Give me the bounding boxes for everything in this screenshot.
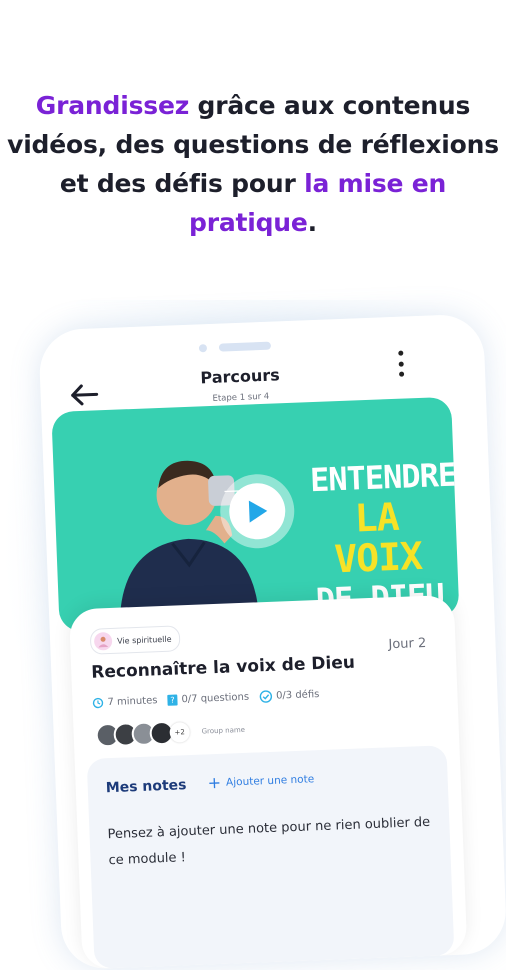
duration-meta: 7 minutes [92, 695, 158, 709]
check-circle-icon [259, 690, 272, 703]
notes-placeholder: Pensez à ajouter une note pour ne rien o… [107, 814, 431, 869]
phone-mockup: Parcours Etape 1 sur 4 ENTENDRE LA VOIX [38, 313, 506, 970]
duration-text: 7 minutes [107, 695, 158, 709]
notes-panel: Mes notes + Ajouter une note Pensez à aj… [86, 745, 455, 969]
questions-meta: ? 0/7 questions [167, 692, 249, 706]
headline: Grandissez grâce aux contenus vidéos, de… [0, 86, 506, 242]
module-card: Vie spirituelle Jour 2 Reconnaître la vo… [68, 594, 468, 970]
group-members[interactable]: +2 Group name [95, 718, 245, 748]
plus-icon: + [207, 772, 222, 793]
video-title-line-2: LA VOIX [333, 494, 423, 582]
headline-highlight-1: Grandissez [35, 91, 190, 120]
member-count-badge: +2 [169, 722, 191, 743]
headline-text-2: . [307, 208, 318, 237]
more-vertical-icon [397, 350, 403, 356]
video-title-line-1: ENTENDRE [309, 455, 457, 500]
category-label: Vie spirituelle [116, 634, 172, 646]
question-icon: ? [167, 694, 178, 706]
clock-icon [92, 697, 104, 709]
notes-title: Mes notes [105, 777, 187, 797]
play-icon [248, 500, 268, 523]
speaker-bar [218, 341, 272, 352]
challenges-meta: 0/3 défis [259, 688, 320, 703]
challenges-text: 0/3 défis [275, 689, 320, 702]
category-tag[interactable]: Vie spirituelle [89, 625, 182, 655]
category-avatar-icon [93, 631, 113, 651]
day-label: Jour 2 [388, 635, 427, 653]
module-meta: 7 minutes ? 0/7 questions 0/3 défis [92, 688, 320, 710]
camera-dot [198, 344, 208, 353]
add-note-button[interactable]: + Ajouter une note [207, 772, 315, 793]
add-note-label: Ajouter une note [225, 773, 315, 789]
module-title: Reconnaître la voix de Dieu [90, 652, 356, 683]
group-name: Group name [201, 725, 246, 736]
questions-text: 0/7 questions [181, 691, 250, 706]
more-options-button[interactable] [393, 346, 408, 381]
